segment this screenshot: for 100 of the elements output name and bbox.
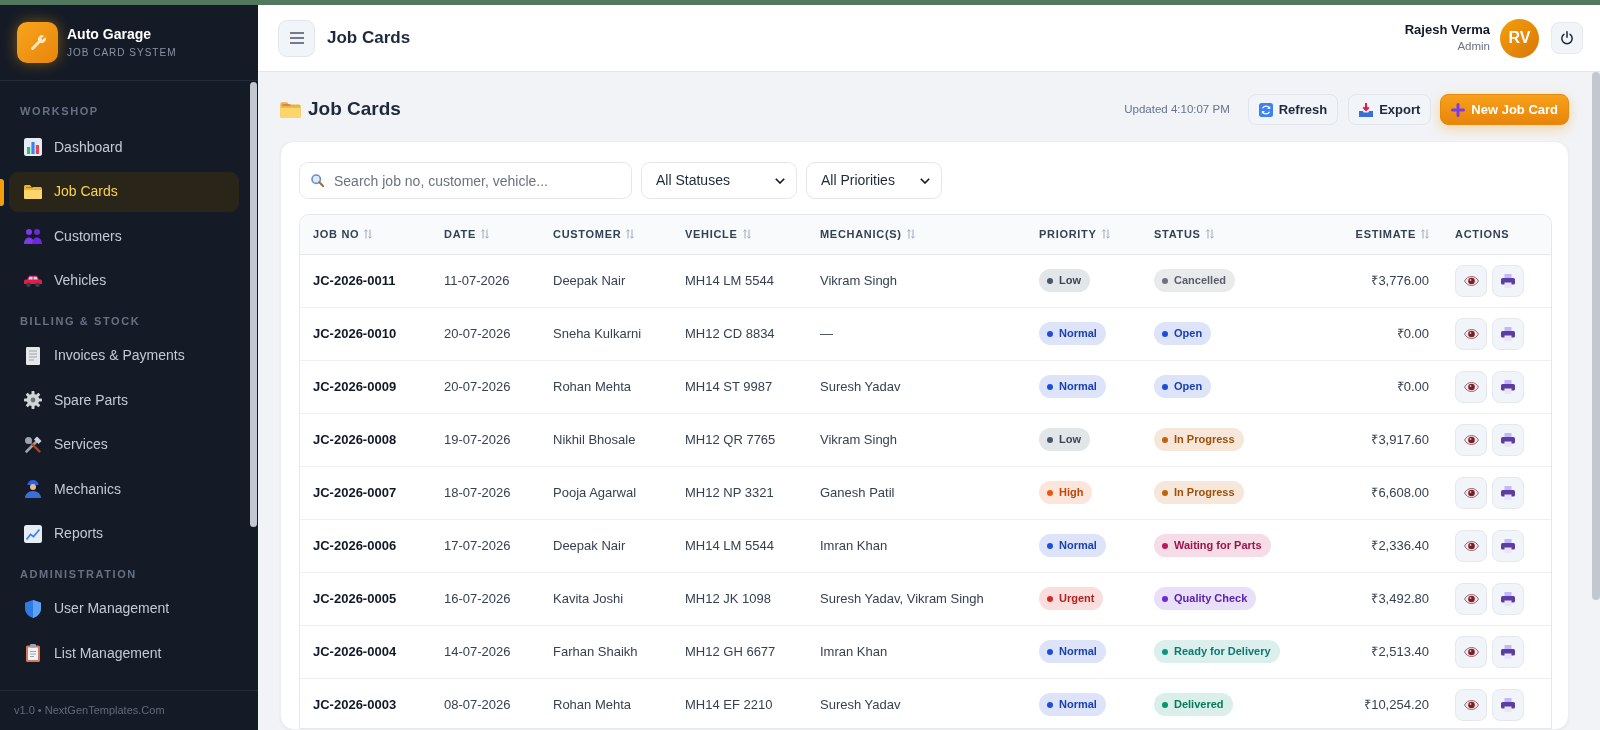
table-cell: 18-07-2026	[431, 466, 540, 519]
priority-text: Normal	[1059, 379, 1097, 395]
refresh-icon	[1258, 102, 1273, 117]
column-header[interactable]: JOB NO	[313, 228, 360, 240]
sidebar-item[interactable]: Invoices & Payments	[9, 335, 239, 376]
view-button[interactable]	[1455, 476, 1487, 509]
document-icon	[24, 346, 42, 365]
table-cell: 20-07-2026	[431, 307, 540, 360]
version-text: v1.0 • NextGenTemplates.Com	[14, 703, 165, 719]
table-cell: 20-07-2026	[431, 360, 540, 413]
table-cell: Suresh Yadav	[807, 360, 1026, 413]
print-button[interactable]	[1492, 370, 1524, 403]
table-cell: Vikram Singh	[807, 254, 1026, 307]
export-button[interactable]: Export	[1348, 94, 1432, 125]
section-heading: BILLING & STOCK	[19, 313, 142, 329]
status-text: Open	[1174, 326, 1203, 342]
column-header[interactable]: DATE	[444, 228, 476, 240]
people-icon	[24, 227, 42, 245]
status-text: In Progress	[1174, 485, 1235, 501]
sidebar-item[interactable]: Vehicles	[9, 260, 239, 301]
print-button[interactable]	[1492, 529, 1524, 562]
priority-text: Low	[1059, 432, 1081, 448]
section-heading: WORKSHOP	[19, 104, 100, 119]
print-button[interactable]	[1492, 635, 1524, 668]
sidebar-item[interactable]: User Management	[9, 588, 239, 629]
table-cell: MH14 LM 5544	[672, 254, 807, 307]
print-button[interactable]	[1492, 582, 1524, 615]
sidebar-item[interactable]: Services	[9, 424, 239, 465]
view-button[interactable]	[1455, 635, 1487, 668]
view-button[interactable]	[1455, 370, 1487, 403]
column-header[interactable]: ESTIMATE	[1355, 228, 1416, 240]
print-button[interactable]	[1492, 264, 1524, 297]
app-name: Auto Garage	[67, 26, 152, 43]
print-button[interactable]	[1492, 476, 1524, 509]
updated-time: Updated 4:10:07 PM	[1124, 101, 1230, 117]
table-cell: JC-2026-0007	[300, 466, 431, 519]
view-button[interactable]	[1455, 423, 1487, 456]
table-cell: Pooja Agarwal	[540, 466, 672, 519]
column-header[interactable]: CUSTOMER	[553, 228, 622, 240]
table-cell: 08-07-2026	[431, 678, 540, 728]
table-cell: JC-2026-0008	[300, 413, 431, 466]
print-button[interactable]	[1492, 688, 1524, 721]
eye-icon	[1463, 275, 1479, 286]
menu-button[interactable]	[278, 19, 315, 57]
view-button[interactable]	[1455, 582, 1487, 615]
table-cell: ₹0.00	[1311, 307, 1442, 360]
worker-icon	[24, 480, 42, 498]
table-cell: MH12 QR 7765	[672, 413, 807, 466]
refresh-button[interactable]: Refresh	[1247, 94, 1339, 125]
table-cell: MH14 EF 2210	[672, 678, 807, 728]
table-cell: JC-2026-0010	[300, 307, 431, 360]
table-cell: Suresh Yadav, Vikram Singh	[807, 572, 1026, 625]
print-button[interactable]	[1492, 423, 1524, 456]
column-header[interactable]: PRIORITY	[1039, 228, 1097, 240]
filter-dropdown[interactable]: All Statuses	[641, 162, 797, 199]
column-header[interactable]: VEHICLE	[685, 228, 738, 240]
sidebar-item[interactable]: Mechanics	[9, 469, 239, 509]
scrollbar-thumb[interactable]	[250, 82, 257, 527]
power-button[interactable]	[1551, 22, 1583, 54]
sidebar-item[interactable]: List Management	[9, 633, 239, 673]
table-cell: Rohan Mehta	[540, 360, 672, 413]
view-button[interactable]	[1455, 264, 1487, 297]
sidebar-item[interactable]: Spare Parts	[9, 380, 239, 420]
eye-icon	[1463, 381, 1479, 392]
view-button[interactable]	[1455, 317, 1487, 350]
table-cell: MH12 CD 8834	[672, 307, 807, 360]
table-cell: 17-07-2026	[431, 519, 540, 572]
view-button[interactable]	[1455, 529, 1487, 562]
sidebar-item[interactable]: Dashboard	[9, 127, 239, 167]
column-header[interactable]: STATUS	[1154, 228, 1201, 240]
status-text: Delivered	[1174, 697, 1224, 713]
table-cell: ₹6,608.00	[1311, 466, 1442, 519]
table-cell: JC-2026-0006	[300, 519, 431, 572]
table-cell: ₹2,336.40	[1311, 519, 1442, 572]
table-cell: Farhan Shaikh	[540, 625, 672, 678]
printer-icon	[1501, 591, 1515, 606]
table-cell: JC-2026-0005	[300, 572, 431, 625]
sidebar-item[interactable]: Reports	[9, 513, 239, 554]
view-button[interactable]	[1455, 688, 1487, 721]
column-header: ACTIONS	[1455, 228, 1510, 240]
printer-icon	[1501, 538, 1515, 553]
eye-icon	[1463, 540, 1479, 551]
printer-icon	[1501, 326, 1515, 341]
search-field[interactable]: Search job no, customer, vehicle...	[299, 162, 632, 199]
page-title: Job Cards	[308, 97, 401, 122]
user-role: Admin	[1456, 38, 1490, 54]
filter-dropdown[interactable]: All Priorities	[806, 162, 942, 199]
printer-icon	[1501, 379, 1515, 394]
chevron-down-icon	[775, 177, 785, 184]
column-header[interactable]: MECHANIC(S)	[820, 228, 902, 240]
tools-icon	[24, 435, 42, 454]
table-cell: JC-2026-0003	[300, 678, 431, 728]
table-cell: MH12 JK 1098	[672, 572, 807, 625]
sidebar-item[interactable]: Customers	[9, 216, 239, 256]
table-cell: Imran Khan	[807, 519, 1026, 572]
table-cell: Deepak Nair	[540, 254, 672, 307]
scrollbar-thumb[interactable]	[1592, 72, 1600, 600]
gear-icon	[24, 391, 42, 409]
print-button[interactable]	[1492, 317, 1524, 350]
table-cell: ₹3,917.60	[1311, 413, 1442, 466]
